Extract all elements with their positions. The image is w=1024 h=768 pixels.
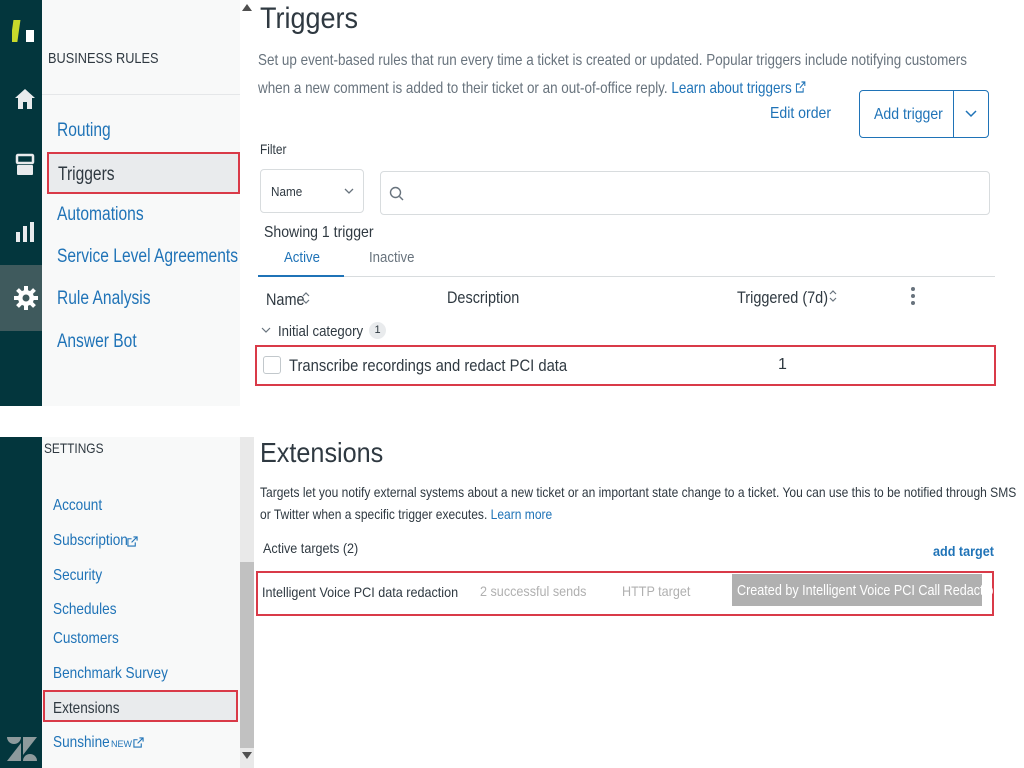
chevron-down-icon (965, 110, 977, 118)
column-header-description: Description (447, 288, 520, 307)
home-icon[interactable] (13, 87, 37, 111)
page-title: Triggers (260, 2, 359, 35)
sidebar-item-benchmark-survey[interactable]: Benchmark Survey (53, 665, 188, 683)
extensions-title: Extensions (260, 437, 384, 468)
created-by-text: Created by Intelligent Voice PCI Call Re… (737, 582, 1001, 599)
add-trigger-button[interactable]: Add trigger (859, 90, 954, 138)
sidebar-item-answer-bot[interactable]: Answer Bot (57, 331, 154, 353)
sidebar-scrollbar[interactable] (240, 0, 254, 406)
target-sends: 2 successful sends (480, 583, 587, 599)
row-checkbox[interactable] (263, 356, 281, 374)
active-targets-heading: Active targets (2) (263, 540, 359, 556)
sidebar-item-security[interactable]: Security (53, 567, 111, 585)
filter-select[interactable]: Name (260, 169, 364, 213)
external-link-icon (795, 81, 806, 93)
trigger-name[interactable]: Transcribe recordings and redact PCI dat… (289, 356, 567, 376)
settings-gear-icon[interactable] (13, 285, 39, 311)
tab-inactive[interactable]: Inactive (369, 249, 421, 266)
showing-count: Showing 1 trigger (264, 224, 374, 241)
sidebar-item-account[interactable]: Account (53, 497, 111, 515)
add-trigger-menu-button[interactable] (953, 90, 989, 138)
chevron-down-icon[interactable] (261, 327, 271, 335)
target-row[interactable]: Intelligent Voice PCI data redaction 2 s… (256, 571, 1000, 616)
scroll-down-arrow-icon[interactable] (242, 752, 252, 759)
product-rail-bottom (0, 437, 42, 768)
sidebar-divider (42, 94, 240, 95)
sidebar-item-subscription[interactable]: Subscription (53, 532, 141, 550)
tab-active[interactable]: Active (284, 249, 325, 266)
new-tag: NEW (111, 739, 132, 749)
sidebar-item-sunshine[interactable]: Sunshine NEW (53, 734, 144, 752)
learn-about-triggers-link[interactable]: Learn about triggers (671, 80, 791, 97)
scroll-up-arrow-icon[interactable] (242, 4, 252, 11)
sidebar-item-rule-analysis[interactable]: Rule Analysis (57, 288, 171, 310)
sidebar-item-automations[interactable]: Automations (57, 204, 163, 226)
extensions-description: Targets let you notify external systems … (260, 481, 1020, 525)
reporting-icon[interactable] (15, 220, 35, 244)
sidebar-item-schedules[interactable]: Schedules (53, 601, 128, 619)
scrollbar-thumb[interactable] (240, 562, 254, 748)
product-rail (0, 0, 42, 406)
zendesk-z-logo-icon[interactable] (5, 735, 39, 763)
sidebar-item-customers[interactable]: Customers (53, 630, 130, 648)
target-name[interactable]: Intelligent Voice PCI data redaction (262, 584, 458, 600)
sort-icon[interactable] (829, 289, 837, 303)
sidebar-item-label: Triggers (58, 164, 115, 185)
tabs-divider (258, 276, 995, 277)
sort-icon[interactable] (302, 291, 310, 305)
add-target-link[interactable]: add target (933, 543, 1001, 559)
category-label[interactable]: Initial category (278, 323, 375, 340)
sidebar-item-triggers[interactable]: Triggers (47, 152, 240, 194)
trigger-count: 1 (778, 356, 787, 373)
tab-active-indicator (258, 275, 344, 277)
filter-select-value: Name (271, 184, 303, 199)
category-count-badge: 1 (369, 322, 386, 339)
extensions-description-text: Targets let you notify external systems … (260, 484, 1017, 522)
trigger-row[interactable]: Transcribe recordings and redact PCI dat… (255, 345, 996, 386)
edit-order-button[interactable]: Edit order (770, 105, 839, 123)
filter-label: Filter (260, 141, 287, 157)
views-icon[interactable] (15, 153, 35, 177)
chevron-down-icon (344, 188, 354, 194)
add-trigger-label: Add trigger (874, 106, 943, 123)
sidebar-item-extensions[interactable]: Extensions (43, 690, 238, 722)
external-link-icon (127, 536, 138, 547)
search-icon (389, 186, 404, 201)
zendesk-logo-icon[interactable] (12, 16, 38, 46)
sidebar-heading: BUSINESS RULES (48, 50, 159, 67)
search-input[interactable] (380, 171, 990, 215)
external-link-icon (133, 737, 144, 748)
sidebar-item-label: Extensions (53, 700, 120, 717)
more-options-icon[interactable] (910, 286, 916, 306)
target-type: HTTP target (622, 583, 691, 599)
sidebar-heading: SETTINGS (44, 440, 104, 456)
sidebar-item-routing[interactable]: Routing (57, 120, 123, 142)
created-by-badge: Created by Intelligent Voice PCI Call Re… (732, 574, 1000, 606)
learn-more-link[interactable]: Learn more (491, 506, 553, 522)
